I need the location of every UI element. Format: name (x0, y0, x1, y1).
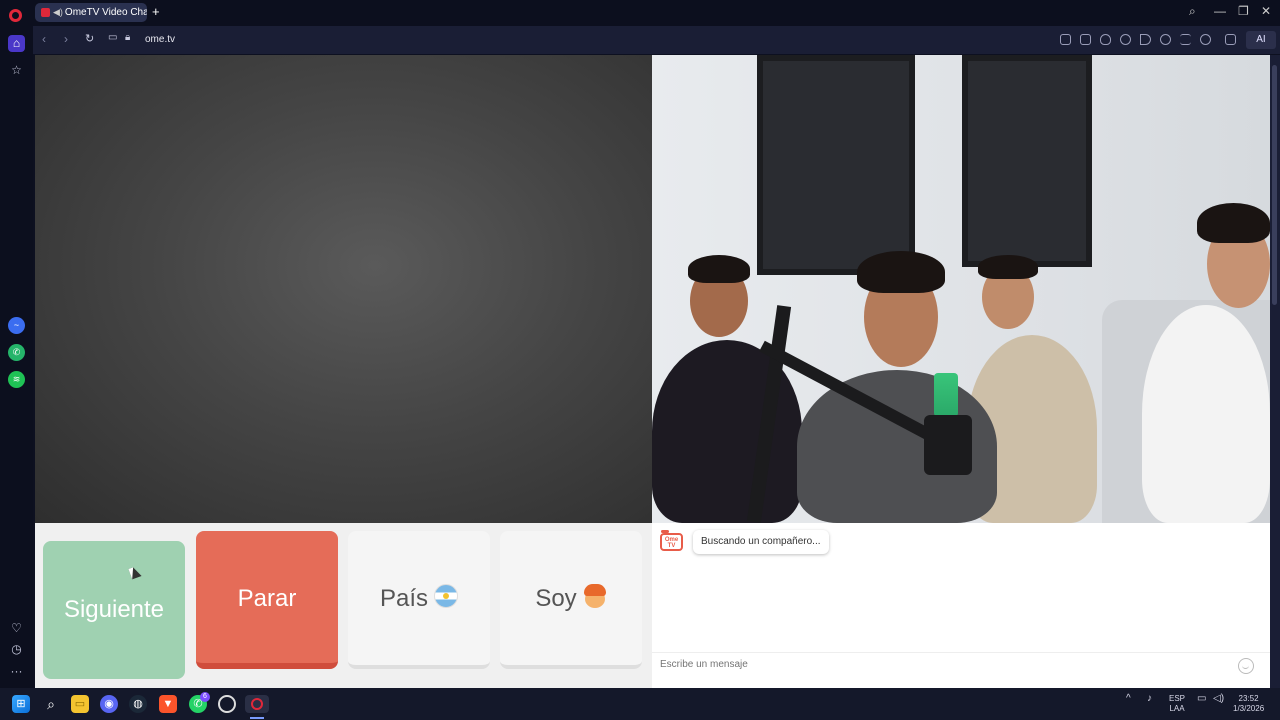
vpn-icon[interactable] (1120, 34, 1131, 45)
chat-panel: Ome TV Buscando un compañero... (652, 523, 1270, 688)
emoji-icon[interactable] (1238, 658, 1254, 674)
tray-expand-icon[interactable]: ^ (1126, 694, 1131, 704)
heart-toolbar-icon[interactable] (1160, 34, 1171, 45)
tab-title: OmeTV Video Chat — (64, 7, 147, 18)
person-3-hair (978, 255, 1038, 279)
restore-button[interactable]: ❐ (1238, 4, 1249, 18)
menu-icon[interactable] (1180, 34, 1191, 45)
gender-button[interactable]: Soy (500, 531, 642, 669)
keyboard-layout: LAA (1169, 704, 1185, 713)
message-bar (652, 652, 1270, 678)
play-icon[interactable] (1140, 34, 1151, 45)
star-icon[interactable]: ☆ (8, 62, 25, 79)
discord-icon[interactable]: ◉ (100, 695, 118, 713)
new-tab-button[interactable]: + (152, 5, 160, 19)
shield-icon[interactable] (1100, 34, 1111, 45)
brave-icon[interactable]: ▼ (159, 695, 177, 713)
more-icon[interactable]: ··· (8, 663, 25, 680)
next-button[interactable]: Siguiente (43, 541, 185, 679)
gender-label: Soy (535, 585, 577, 612)
person-1-hair (688, 255, 750, 283)
browser-sidebar: ⌂ ☆ ~ ✆ ≋ ♡ ◷ ··· (0, 26, 33, 688)
stop-button[interactable]: Parar (196, 531, 338, 669)
window-left (757, 55, 915, 275)
person-2-hair (857, 251, 945, 293)
volume-icon[interactable]: ◁) (1213, 694, 1224, 704)
status-message: Buscando un compañero... (693, 530, 829, 554)
ometv-page: Siguiente Parar País Soy Ome TV Buscando… (35, 55, 1270, 688)
partner-video-static (35, 55, 652, 523)
url-field[interactable]: ome.tv (145, 34, 175, 45)
clock[interactable]: 23:52 1/3/2026 (1233, 694, 1264, 714)
camera-permission-icon[interactable]: ▭ (108, 32, 117, 43)
speaker-icon[interactable]: ◀) (53, 7, 63, 17)
whatsapp-icon[interactable]: ✆ (8, 344, 25, 361)
windows-taskbar: ⊞ ⌕ ▭ ◉ ◍ ▼ ✆ 6 ^ ♪ ESP LAA ▭ ◁) 23:52 1/3… (0, 688, 1280, 720)
forward-button[interactable]: › (64, 32, 68, 46)
file-explorer-icon[interactable]: ▭ (71, 695, 89, 713)
history-icon[interactable]: ◷ (8, 641, 25, 658)
lock-icon[interactable]: 🔒︎ (125, 32, 130, 43)
messenger-icon[interactable]: ~ (8, 317, 25, 334)
back-button[interactable]: ‹ (42, 32, 46, 46)
windows-start-icon[interactable]: ⊞ (12, 695, 30, 713)
microphone-tray-icon[interactable]: ♪ (1147, 694, 1152, 704)
ometv-favicon-icon (41, 7, 50, 17)
edit-icon[interactable] (1060, 34, 1071, 45)
person-4-hair (1197, 203, 1270, 243)
country-label: País (379, 585, 429, 612)
spotify-icon[interactable]: ≋ (8, 371, 25, 388)
logo-text: Ome TV (664, 537, 679, 549)
country-button[interactable]: País (348, 531, 490, 669)
address-toolbar: ‹ › ↻ ▭ 🔒︎ ome.tv AI (33, 26, 1280, 54)
boy-emoji-icon (583, 584, 607, 608)
search-icon[interactable]: ⌕ (42, 695, 60, 713)
reload-button[interactable]: ↻ (85, 32, 94, 45)
home-icon[interactable]: ⌂ (8, 35, 25, 52)
window-right (962, 55, 1092, 267)
ometv-logo-icon: Ome TV (660, 530, 683, 551)
profile-icon[interactable] (1200, 34, 1211, 45)
browser-tab-bar: ◀)OmeTV Video Chat — + ⌕ — ❐ ✕ (0, 0, 1280, 26)
minimize-button[interactable]: — (1214, 4, 1226, 18)
message-input[interactable] (660, 659, 1220, 670)
language-indicator[interactable]: ESP LAA (1169, 694, 1185, 714)
next-label: Siguiente (63, 596, 165, 623)
person-4-body (1142, 305, 1270, 523)
extensions-icon[interactable] (1225, 34, 1236, 45)
chrome-like-icon[interactable] (218, 695, 236, 713)
time: 23:52 (1238, 694, 1259, 703)
date: 1/3/2026 (1233, 704, 1265, 713)
whatsapp-badge: 6 (200, 692, 210, 702)
opera-taskbar-icon[interactable] (245, 695, 269, 713)
ai-button[interactable]: AI (1246, 31, 1276, 49)
stop-label: Parar (237, 585, 297, 612)
microphone (934, 373, 958, 417)
language-code: ESP (1169, 694, 1186, 703)
snapshot-icon[interactable] (1080, 34, 1091, 45)
tab-ometv[interactable]: ◀)OmeTV Video Chat — (35, 3, 147, 22)
search-tabs-icon[interactable]: ⌕ (1189, 4, 1196, 19)
opera-logo-icon[interactable] (9, 9, 22, 22)
scrollbar-thumb[interactable] (1272, 65, 1277, 305)
active-app-indicator (250, 717, 264, 719)
steam-icon[interactable]: ◍ (129, 695, 147, 713)
argentina-flag-icon (434, 584, 459, 608)
ai-label: AI (1256, 34, 1266, 45)
network-icon[interactable]: ▭ (1197, 694, 1206, 704)
heart-icon[interactable]: ♡ (8, 620, 25, 637)
close-button[interactable]: ✕ (1261, 4, 1271, 18)
page-scrollbar[interactable] (1270, 55, 1280, 688)
mic-base (924, 415, 972, 475)
own-webcam-video (652, 55, 1270, 523)
control-panel: Siguiente Parar País Soy (35, 523, 652, 688)
